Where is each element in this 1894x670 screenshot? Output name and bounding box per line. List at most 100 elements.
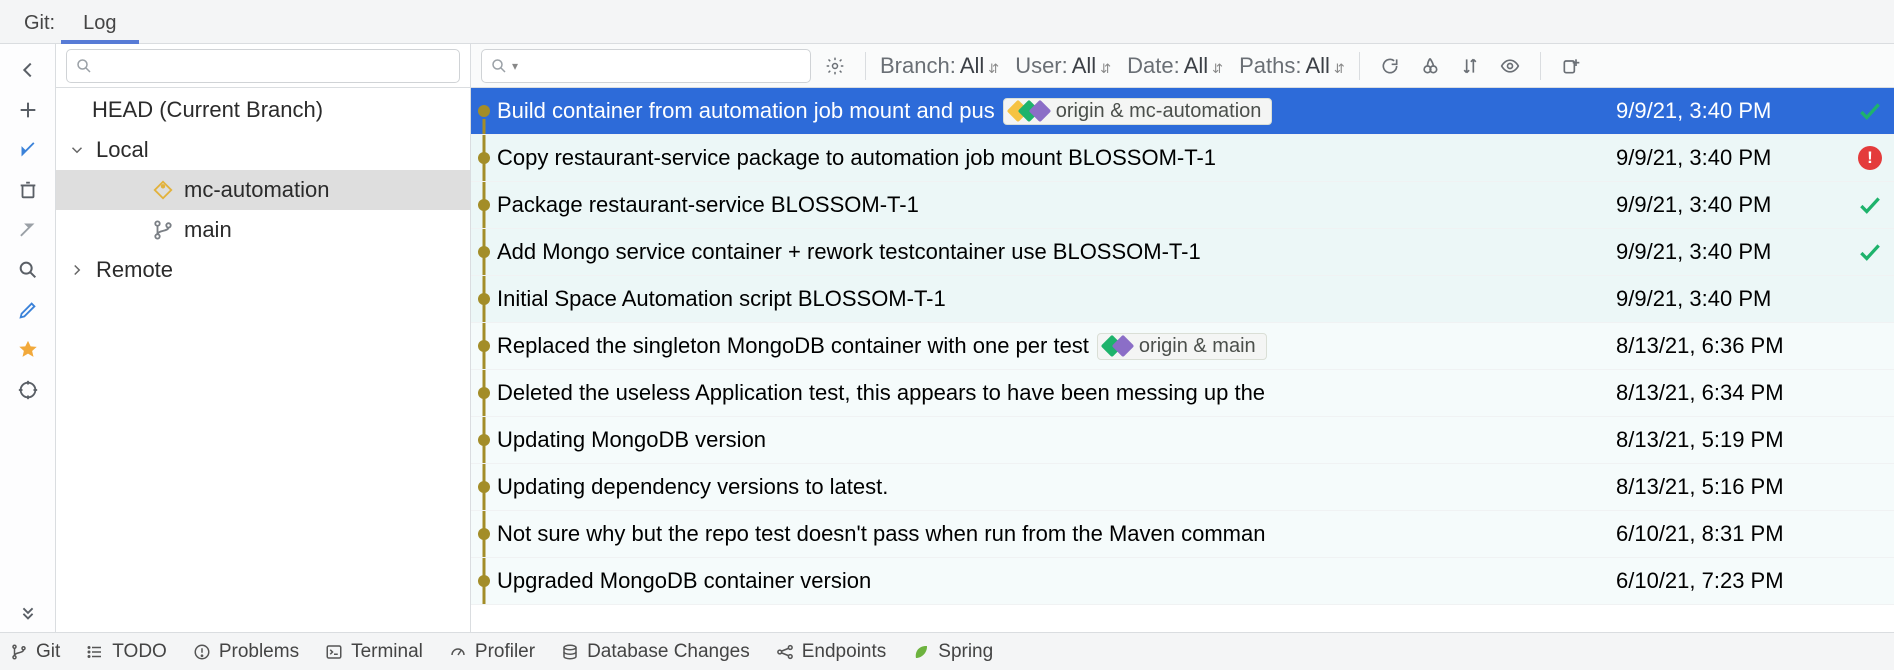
commit-date: 9/9/21, 3:40 PM	[1616, 145, 1846, 171]
commit-date: 8/13/21, 5:16 PM	[1616, 474, 1846, 500]
commit-date: 9/9/21, 3:40 PM	[1616, 98, 1846, 124]
log-toolbar: ▾ Branch:All⇵ User:All⇵ Date:All⇵ Paths:…	[471, 44, 1894, 88]
commit-row[interactable]: Not sure why but the repo test doesn't p…	[471, 511, 1894, 558]
statusbar-label: Git	[36, 641, 60, 663]
tool-window-tabs: Git: Log	[0, 0, 1894, 44]
log-filters: Branch:All⇵ User:All⇵ Date:All⇵ Paths:Al…	[880, 53, 1345, 79]
branch-search-bar	[56, 44, 470, 88]
error-icon: !	[1858, 146, 1882, 170]
commit-message: Package restaurant-service BLOSSOM-T-1	[497, 192, 1616, 218]
dropdown-caret-icon: ▾	[512, 59, 518, 73]
commit-message: Copy restaurant-service package to autom…	[497, 145, 1616, 171]
check-icon	[1857, 192, 1883, 218]
graph-cell	[471, 135, 497, 181]
commit-row[interactable]: Updating MongoDB version8/13/21, 5:19 PM	[471, 417, 1894, 464]
gauge-icon	[449, 643, 467, 661]
push-icon[interactable]	[8, 210, 48, 250]
commit-date: 6/10/21, 8:31 PM	[1616, 521, 1846, 547]
branch-tag[interactable]: origin & mc-automation	[1003, 98, 1273, 125]
statusbar-label: Endpoints	[802, 641, 887, 663]
commit-date: 9/9/21, 3:40 PM	[1616, 239, 1846, 265]
check-icon	[1857, 239, 1883, 265]
cherry-pick-icon[interactable]	[1414, 50, 1446, 82]
tree-branch-mc-automation[interactable]: mc-automation	[56, 170, 470, 210]
commit-row[interactable]: Upgraded MongoDB container version6/10/2…	[471, 558, 1894, 605]
list-icon	[86, 643, 104, 661]
statusbar-label: Database Changes	[587, 641, 750, 663]
commit-dot-icon	[478, 293, 490, 305]
star-icon[interactable]	[8, 330, 48, 370]
statusbar-label: Problems	[219, 641, 299, 663]
statusbar-todo[interactable]: TODO	[86, 641, 167, 663]
back-icon[interactable]	[8, 50, 48, 90]
statusbar-problems[interactable]: Problems	[193, 641, 299, 663]
commit-status	[1846, 239, 1894, 265]
graph-cell	[471, 182, 497, 228]
more-icon[interactable]	[8, 592, 48, 632]
refresh-icon[interactable]	[1374, 50, 1406, 82]
branch-search-input[interactable]	[66, 49, 460, 83]
log-search-input[interactable]: ▾	[481, 49, 811, 83]
sort-icon[interactable]	[1454, 50, 1486, 82]
statusbar-label: Terminal	[351, 641, 423, 663]
commit-message: Deleted the useless Application test, th…	[497, 380, 1616, 406]
search-icon	[490, 57, 508, 75]
commit-date: 8/13/21, 6:36 PM	[1616, 333, 1846, 359]
tree-remote-group[interactable]: Remote	[56, 250, 470, 290]
commit-row[interactable]: Replaced the singleton MongoDB container…	[471, 323, 1894, 370]
statusbar-endpoints[interactable]: Endpoints	[776, 641, 887, 663]
tree-local-group[interactable]: Local	[56, 130, 470, 170]
statusbar-terminal[interactable]: Terminal	[325, 641, 423, 663]
graph-cell	[471, 276, 497, 322]
eye-icon[interactable]	[1494, 50, 1526, 82]
tree-remote-label: Remote	[96, 257, 173, 283]
branch-tag-label: origin & mc-automation	[1056, 100, 1262, 123]
graph-cell	[471, 558, 497, 604]
commit-row[interactable]: Package restaurant-service BLOSSOM-T-19/…	[471, 182, 1894, 229]
tool-window-prefix: Git:	[18, 4, 61, 43]
branch-tag[interactable]: origin & main	[1097, 333, 1267, 360]
search-icon[interactable]	[8, 250, 48, 290]
commit-row[interactable]: Initial Space Automation script BLOSSOM-…	[471, 276, 1894, 323]
warn-icon	[193, 643, 211, 661]
graph-cell	[471, 511, 497, 557]
pull-icon[interactable]	[8, 130, 48, 170]
commit-list[interactable]: Build container from automation job moun…	[471, 88, 1894, 632]
target-icon[interactable]	[8, 370, 48, 410]
separator	[865, 52, 866, 80]
tab-log[interactable]: Log	[61, 4, 138, 43]
commit-dot-icon	[478, 481, 490, 493]
delete-icon[interactable]	[8, 170, 48, 210]
check-icon	[1857, 98, 1883, 124]
filter-user[interactable]: User:All⇵	[1015, 53, 1111, 79]
filter-branch[interactable]: Branch:All⇵	[880, 53, 999, 79]
tree-branch-main[interactable]: main	[56, 210, 470, 250]
filter-date[interactable]: Date:All⇵	[1127, 53, 1223, 79]
commit-message: Initial Space Automation script BLOSSOM-…	[497, 286, 1616, 312]
commit-date: 8/13/21, 5:19 PM	[1616, 427, 1846, 453]
commit-date: 9/9/21, 3:40 PM	[1616, 192, 1846, 218]
commit-date: 6/10/21, 7:23 PM	[1616, 568, 1846, 594]
statusbar-profiler[interactable]: Profiler	[449, 641, 535, 663]
filter-paths[interactable]: Paths:All⇵	[1239, 53, 1345, 79]
commit-row[interactable]: Build container from automation job moun…	[471, 88, 1894, 135]
graph-cell	[471, 464, 497, 510]
add-icon[interactable]	[8, 90, 48, 130]
commit-status: !	[1846, 146, 1894, 170]
branch-tree: HEAD (Current Branch) Local mc-automatio…	[56, 88, 470, 292]
tree-head[interactable]: HEAD (Current Branch)	[56, 90, 470, 130]
commit-row[interactable]: Add Mongo service container + rework tes…	[471, 229, 1894, 276]
commit-row[interactable]: Updating dependency versions to latest.8…	[471, 464, 1894, 511]
commit-message: Upgraded MongoDB container version	[497, 568, 1616, 594]
gear-icon[interactable]	[819, 50, 851, 82]
commit-message: Not sure why but the repo test doesn't p…	[497, 521, 1616, 547]
statusbar-git[interactable]: Git	[10, 641, 60, 663]
statusbar-spring[interactable]: Spring	[912, 641, 993, 663]
commit-row[interactable]: Copy restaurant-service package to autom…	[471, 135, 1894, 182]
edit-icon[interactable]	[8, 290, 48, 330]
new-branch-icon[interactable]	[1555, 50, 1587, 82]
separator	[1540, 52, 1541, 80]
commit-row[interactable]: Deleted the useless Application test, th…	[471, 370, 1894, 417]
statusbar-db-changes[interactable]: Database Changes	[561, 641, 750, 663]
graph-cell	[471, 417, 497, 463]
